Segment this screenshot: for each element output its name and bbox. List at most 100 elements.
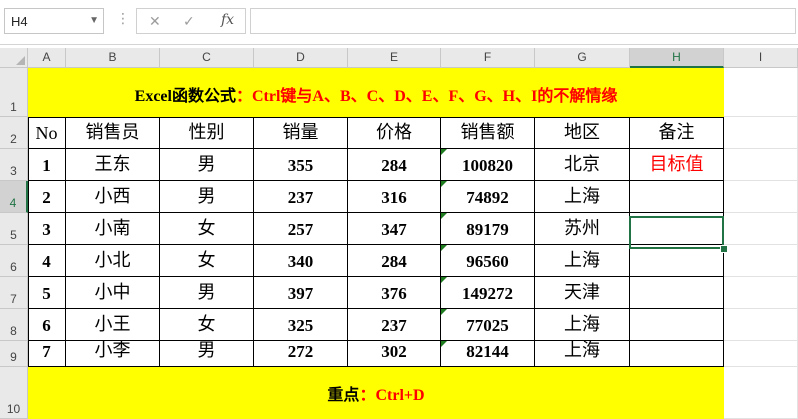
table-cell[interactable]: 男 (160, 149, 254, 181)
select-all-button[interactable] (0, 48, 28, 68)
table-cell[interactable]: 284 (348, 149, 441, 181)
table-cell[interactable]: 苏州 (535, 213, 630, 245)
grid-cell[interactable] (724, 341, 798, 367)
column-header-a[interactable]: A (28, 48, 66, 68)
row-header-8[interactable]: 8 (0, 309, 28, 341)
table-cell[interactable]: 2 (28, 181, 66, 213)
table-cell[interactable]: 1 (28, 149, 66, 181)
table-cell[interactable]: 96560 (441, 245, 535, 277)
grid-cell[interactable] (724, 277, 798, 309)
column-header-h[interactable]: H (630, 48, 724, 68)
table-cell[interactable]: 237 (348, 309, 441, 341)
grid-cell[interactable] (724, 367, 798, 419)
table-cell[interactable]: 355 (254, 149, 348, 181)
row-header-2[interactable]: 2 (0, 117, 28, 149)
table-cell[interactable]: 325 (254, 309, 348, 341)
drag-handle-icon[interactable]: ⋮ (116, 10, 130, 27)
table-cell[interactable]: 149272 (441, 277, 535, 309)
table-cell[interactable]: 7 (28, 341, 66, 367)
row-header-4[interactable]: 4 (0, 181, 28, 213)
error-indicator-icon[interactable] (441, 181, 447, 187)
column-title-cell[interactable]: 备注 (630, 117, 724, 149)
table-cell[interactable] (630, 309, 724, 341)
table-cell[interactable]: 82144 (441, 341, 535, 367)
grid-cell[interactable] (724, 213, 798, 245)
row-header-1[interactable]: 1 (0, 68, 28, 117)
table-cell[interactable] (630, 277, 724, 309)
row-header-3[interactable]: 3 (0, 149, 28, 181)
error-indicator-icon[interactable] (441, 213, 447, 219)
table-cell[interactable]: 小中 (66, 277, 160, 309)
worksheet-grid[interactable]: Excel函数公式：Ctrl键与A、B、C、D、E、F、G、H、I的不解情缘 重… (28, 68, 798, 419)
cancel-icon[interactable]: ✕ (149, 13, 161, 30)
column-title-cell[interactable]: 地区 (535, 117, 630, 149)
row-header-5[interactable]: 5 (0, 213, 28, 245)
table-cell[interactable]: 女 (160, 213, 254, 245)
table-cell[interactable]: 284 (348, 245, 441, 277)
grid-cell[interactable] (724, 309, 798, 341)
table-cell[interactable]: 北京 (535, 149, 630, 181)
table-cell[interactable]: 小李 (66, 340, 160, 367)
column-header-e[interactable]: E (348, 48, 441, 68)
table-cell[interactable]: 89179 (441, 213, 535, 245)
table-cell[interactable]: 男 (160, 277, 254, 309)
table-cell[interactable]: 257 (254, 213, 348, 245)
table-cell[interactable]: 6 (28, 309, 66, 341)
table-cell[interactable]: 302 (348, 341, 441, 367)
formula-input[interactable] (250, 8, 796, 34)
table-cell[interactable] (630, 181, 724, 213)
table-cell[interactable]: 男 (160, 181, 254, 213)
grid-cell[interactable] (724, 68, 798, 117)
table-cell[interactable]: 397 (254, 277, 348, 309)
grid-cell[interactable] (724, 245, 798, 277)
enter-icon[interactable]: ✓ (183, 13, 195, 30)
column-header-c[interactable]: C (160, 48, 254, 68)
table-cell[interactable]: 上海 (535, 245, 630, 277)
table-cell[interactable]: 小北 (66, 245, 160, 277)
column-header-i[interactable]: I (724, 48, 798, 68)
row-header-7[interactable]: 7 (0, 277, 28, 309)
chevron-down-icon[interactable]: ▼ (89, 15, 99, 26)
table-cell[interactable]: 目标值 (630, 149, 724, 181)
row-header-10[interactable]: 10 (0, 367, 28, 419)
table-cell[interactable]: 272 (254, 341, 348, 367)
error-indicator-icon[interactable] (441, 277, 447, 283)
table-cell[interactable]: 340 (254, 245, 348, 277)
table-cell[interactable]: 347 (348, 213, 441, 245)
name-box[interactable]: H4 ▼ (4, 8, 104, 34)
grid-cell[interactable] (724, 149, 798, 181)
title-banner[interactable]: Excel函数公式：Ctrl键与A、B、C、D、E、F、G、H、I的不解情缘 (28, 68, 724, 117)
error-indicator-icon[interactable] (441, 245, 447, 251)
insert-function-icon[interactable]: fx (221, 12, 234, 28)
table-cell[interactable]: 376 (348, 277, 441, 309)
column-header-g[interactable]: G (535, 48, 630, 68)
table-cell[interactable]: 316 (348, 181, 441, 213)
table-cell[interactable]: 5 (28, 277, 66, 309)
column-title-cell[interactable]: 销售额 (441, 117, 535, 149)
column-title-cell[interactable]: No (28, 117, 66, 149)
table-cell[interactable]: 3 (28, 213, 66, 245)
column-header-d[interactable]: D (254, 48, 348, 68)
table-cell[interactable]: 237 (254, 181, 348, 213)
fill-handle[interactable] (720, 245, 728, 253)
table-cell[interactable] (630, 341, 724, 367)
row-header-6[interactable]: 6 (0, 245, 28, 277)
column-header-b[interactable]: B (66, 48, 160, 68)
table-cell[interactable]: 小南 (66, 213, 160, 245)
table-cell[interactable]: 王东 (66, 149, 160, 181)
column-title-cell[interactable]: 价格 (348, 117, 441, 149)
footer-banner[interactable]: 重点：Ctrl+D (28, 367, 724, 419)
grid-cell[interactable] (724, 117, 798, 149)
table-cell[interactable]: 女 (160, 245, 254, 277)
error-indicator-icon[interactable] (441, 309, 447, 315)
table-cell[interactable]: 小西 (66, 181, 160, 213)
column-title-cell[interactable]: 销售员 (66, 117, 160, 149)
column-title-cell[interactable]: 销量 (254, 117, 348, 149)
grid-cell[interactable] (724, 181, 798, 213)
table-cell[interactable]: 100820 (441, 149, 535, 181)
table-cell[interactable]: 上海 (535, 340, 630, 367)
table-cell[interactable]: 天津 (535, 277, 630, 309)
table-cell[interactable]: 77025 (441, 309, 535, 341)
table-cell[interactable]: 男 (160, 340, 254, 367)
column-title-cell[interactable]: 性别 (160, 117, 254, 149)
